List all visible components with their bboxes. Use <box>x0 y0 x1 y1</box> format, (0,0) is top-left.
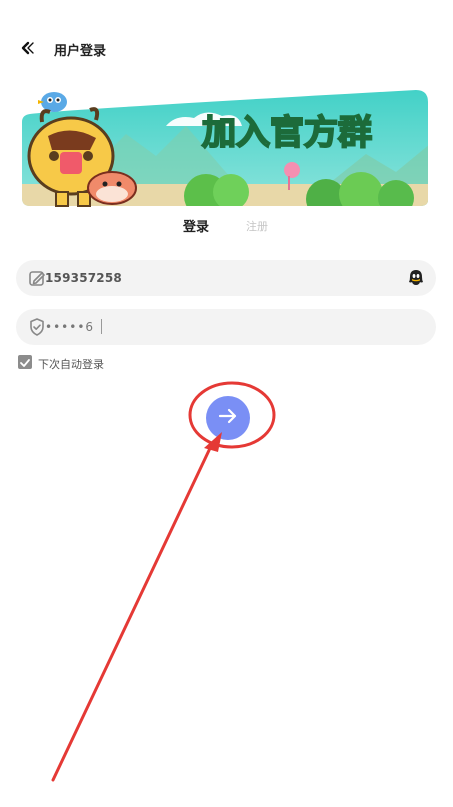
page-title: 用户登录 <box>54 44 107 59</box>
auto-login-checkbox[interactable] <box>18 355 32 369</box>
login-submit-button[interactable] <box>206 396 250 440</box>
qq-login-icon[interactable] <box>406 268 426 288</box>
auth-tabs: 登录 注册 <box>0 214 453 238</box>
official-group-banner[interactable]: 加入官方群 <box>16 84 430 208</box>
banner-text: 加入官方群 <box>202 113 372 153</box>
auto-login-label: 下次自动登录 <box>38 358 104 371</box>
back-button[interactable] <box>14 38 42 60</box>
shield-check-icon <box>27 317 47 337</box>
phone-field[interactable]: 159357258 <box>16 260 436 296</box>
edit-icon <box>27 268 47 288</box>
text-cursor <box>101 319 102 334</box>
password-value: •••••6 <box>45 320 95 334</box>
login-page: 用户登录 加入官方群 登录 注册 159357258 •••••6 下次自动登录 <box>0 0 453 807</box>
password-field[interactable]: •••••6 <box>16 309 436 345</box>
tab-register[interactable]: 注册 <box>246 218 268 234</box>
arrow-right-icon <box>216 404 240 432</box>
chevron-left-icon <box>20 40 36 59</box>
top-bar: 用户登录 <box>0 32 453 66</box>
tab-login[interactable]: 登录 <box>183 216 209 235</box>
phone-value: 159357258 <box>45 271 122 285</box>
